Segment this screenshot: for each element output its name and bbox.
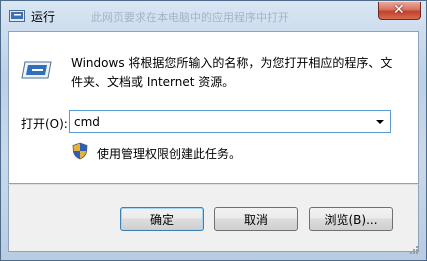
- open-label: 打开(O):: [21, 117, 68, 131]
- ok-button[interactable]: 确定: [120, 207, 204, 231]
- close-icon: ✕: [393, 2, 405, 18]
- chevron-down-icon[interactable]: [376, 120, 384, 124]
- run-dialog-icon: [21, 61, 52, 79]
- uac-shield-icon: [72, 142, 88, 160]
- run-dialog-window: 运行 此网页要求在本电脑中的应用程序中打开 ✕ Windows 将根据您所输入的…: [0, 0, 427, 261]
- command-input[interactable]: [74, 114, 364, 130]
- window-title: 运行: [31, 10, 56, 24]
- close-button[interactable]: ✕: [378, 2, 421, 20]
- dialog-description: Windows 将根据您所输入的名称，为您打开相应的程序、文件夹、文档或 Int…: [71, 56, 393, 89]
- command-combobox[interactable]: [69, 110, 391, 133]
- resize-grip-icon[interactable]: [409, 245, 419, 255]
- title-bar[interactable]: 运行 此网页要求在本电脑中的应用程序中打开 ✕: [1, 1, 426, 31]
- browse-button[interactable]: 浏览(B)...: [309, 207, 393, 231]
- admin-note: 使用管理权限创建此任务。: [97, 147, 242, 161]
- run-icon: [9, 10, 25, 22]
- background-ghost-text: 此网页要求在本电脑中的应用程序中打开: [91, 11, 289, 24]
- cancel-button[interactable]: 取消: [214, 207, 298, 231]
